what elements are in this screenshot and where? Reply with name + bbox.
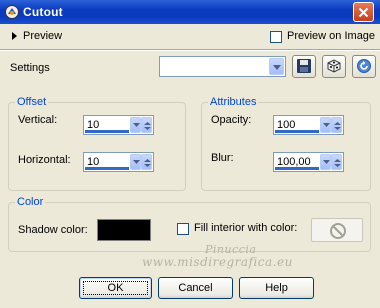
expand-arrow-icon[interactable] (12, 32, 17, 40)
spin-arrows-icon[interactable] (141, 154, 152, 170)
spin-arrows-icon[interactable] (141, 117, 152, 133)
preview-label[interactable]: Preview (23, 30, 62, 42)
slider-popup-icon[interactable] (320, 154, 331, 170)
ok-button[interactable]: OK (79, 277, 152, 299)
no-color-icon (330, 223, 346, 239)
attributes-legend: Attributes (208, 96, 259, 108)
vertical-slider-bar[interactable] (85, 130, 129, 133)
spin-arrows-icon[interactable] (331, 117, 342, 133)
blur-stepper[interactable]: 100,00 (273, 152, 344, 172)
fill-interior-checkbox[interactable] (177, 223, 189, 235)
divider (0, 49, 380, 51)
help-button[interactable]: Help (239, 277, 314, 299)
watermark-line-2: www.misdiregrafica.eu (142, 255, 293, 269)
blur-slider-bar[interactable] (275, 167, 319, 170)
fill-color-button[interactable] (311, 218, 363, 242)
help-label: Help (265, 282, 288, 294)
focus-rect (83, 281, 148, 295)
blur-label: Blur: (211, 152, 234, 164)
title-bar: Cutout (0, 0, 380, 24)
opacity-label: Opacity: (211, 114, 252, 126)
shadow-color-swatch[interactable] (97, 219, 151, 241)
slider-popup-icon[interactable] (130, 117, 141, 133)
cancel-button[interactable]: Cancel (158, 277, 233, 299)
preview-on-image-label[interactable]: Preview on Image (287, 30, 375, 42)
reset-icon (357, 59, 371, 73)
fill-interior-label[interactable]: Fill interior with color: (194, 222, 297, 234)
window-title: Cutout (23, 5, 63, 19)
preview-on-image-checkbox[interactable] (270, 31, 282, 43)
close-button[interactable] (353, 2, 374, 22)
opacity-stepper[interactable]: 100 (273, 115, 344, 135)
vertical-label: Vertical: (18, 114, 58, 126)
chevron-down-icon[interactable] (269, 58, 284, 75)
shadow-color-label: Shadow color: (18, 224, 88, 236)
randomize-button[interactable] (322, 55, 346, 78)
settings-label: Settings (10, 62, 50, 74)
settings-dropdown[interactable] (159, 56, 286, 77)
save-preset-button[interactable] (292, 55, 316, 78)
horizontal-slider-bar[interactable] (85, 167, 129, 170)
cancel-label: Cancel (178, 282, 213, 294)
offset-legend: Offset (15, 96, 49, 108)
horizontal-label: Horizontal: (18, 154, 71, 166)
color-legend: Color (15, 196, 46, 208)
app-icon[interactable] (4, 4, 20, 20)
save-preset-icon (297, 59, 311, 73)
opacity-slider-bar[interactable] (275, 130, 319, 133)
vertical-stepper[interactable]: 10 (83, 115, 154, 135)
slider-popup-icon[interactable] (320, 117, 331, 133)
randomize-dice-icon (327, 59, 341, 73)
reset-button[interactable] (352, 55, 376, 78)
close-icon (358, 7, 369, 18)
spin-arrows-icon[interactable] (331, 154, 342, 170)
horizontal-stepper[interactable]: 10 (83, 152, 154, 172)
slider-popup-icon[interactable] (130, 154, 141, 170)
